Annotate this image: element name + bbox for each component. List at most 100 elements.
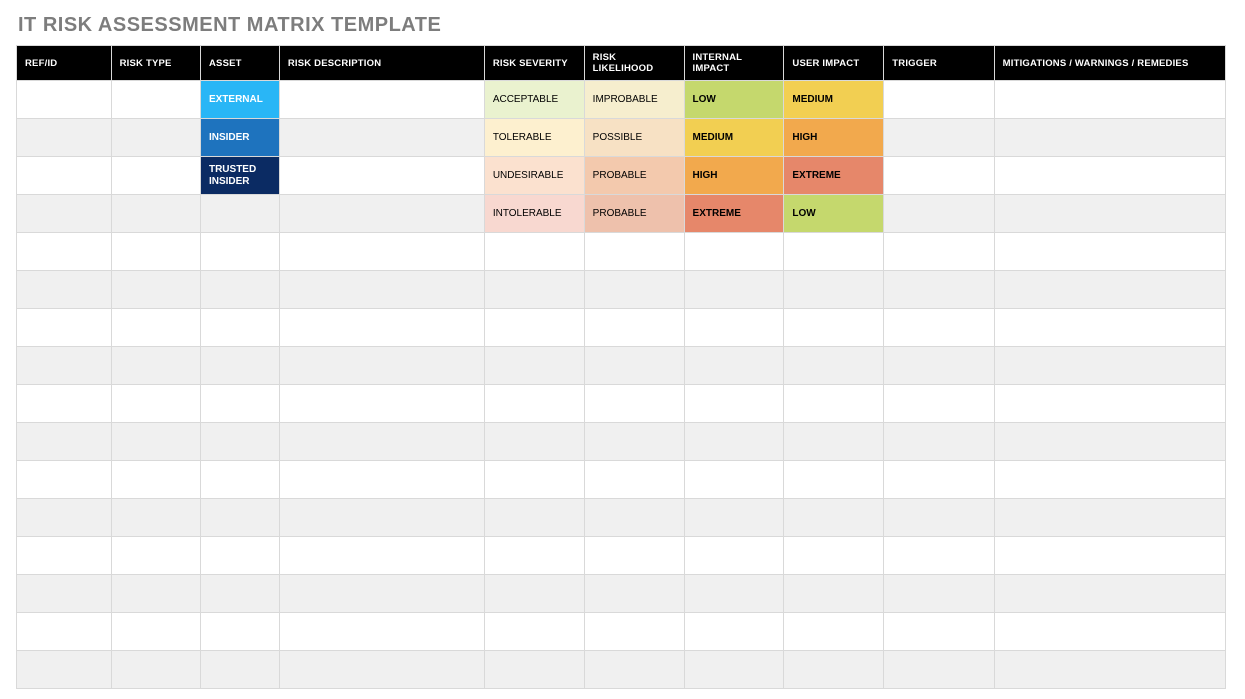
- cell-likelihood[interactable]: [584, 385, 684, 423]
- cell-riskdesc[interactable]: [279, 499, 484, 537]
- cell-trigger[interactable]: [884, 195, 994, 233]
- cell-mitigation[interactable]: [994, 613, 1225, 651]
- cell-mitigation[interactable]: [994, 233, 1225, 271]
- cell-asset[interactable]: [200, 309, 279, 347]
- cell-risktype[interactable]: [111, 385, 200, 423]
- cell-user-impact[interactable]: LOW: [784, 195, 884, 233]
- cell-refid[interactable]: [17, 613, 112, 651]
- cell-trigger[interactable]: [884, 651, 994, 689]
- cell-risktype[interactable]: [111, 537, 200, 575]
- cell-riskdesc[interactable]: [279, 271, 484, 309]
- cell-asset[interactable]: [200, 613, 279, 651]
- cell-severity[interactable]: [484, 233, 584, 271]
- cell-user-impact[interactable]: [784, 423, 884, 461]
- cell-user-impact[interactable]: [784, 537, 884, 575]
- cell-refid[interactable]: [17, 385, 112, 423]
- cell-asset[interactable]: [200, 233, 279, 271]
- cell-internal-impact[interactable]: [684, 537, 784, 575]
- cell-likelihood[interactable]: [584, 651, 684, 689]
- cell-mitigation[interactable]: [994, 271, 1225, 309]
- cell-mitigation[interactable]: [994, 81, 1225, 119]
- cell-likelihood[interactable]: PROBABLE: [584, 195, 684, 233]
- cell-refid[interactable]: [17, 423, 112, 461]
- cell-refid[interactable]: [17, 347, 112, 385]
- cell-asset[interactable]: [200, 499, 279, 537]
- cell-riskdesc[interactable]: [279, 613, 484, 651]
- cell-internal-impact[interactable]: [684, 423, 784, 461]
- cell-user-impact[interactable]: [784, 651, 884, 689]
- cell-trigger[interactable]: [884, 233, 994, 271]
- cell-mitigation[interactable]: [994, 119, 1225, 157]
- cell-trigger[interactable]: [884, 537, 994, 575]
- cell-trigger[interactable]: [884, 423, 994, 461]
- cell-refid[interactable]: [17, 537, 112, 575]
- cell-user-impact[interactable]: MEDIUM: [784, 81, 884, 119]
- cell-mitigation[interactable]: [994, 347, 1225, 385]
- cell-riskdesc[interactable]: [279, 81, 484, 119]
- cell-asset[interactable]: [200, 537, 279, 575]
- cell-user-impact[interactable]: [784, 347, 884, 385]
- cell-likelihood[interactable]: [584, 499, 684, 537]
- cell-refid[interactable]: [17, 651, 112, 689]
- cell-likelihood[interactable]: [584, 613, 684, 651]
- cell-severity[interactable]: [484, 537, 584, 575]
- cell-risktype[interactable]: [111, 347, 200, 385]
- cell-severity[interactable]: INTOLERABLE: [484, 195, 584, 233]
- cell-refid[interactable]: [17, 271, 112, 309]
- cell-internal-impact[interactable]: MEDIUM: [684, 119, 784, 157]
- cell-risktype[interactable]: [111, 461, 200, 499]
- cell-risktype[interactable]: [111, 233, 200, 271]
- cell-mitigation[interactable]: [994, 385, 1225, 423]
- cell-user-impact[interactable]: [784, 271, 884, 309]
- cell-likelihood[interactable]: [584, 271, 684, 309]
- cell-trigger[interactable]: [884, 385, 994, 423]
- cell-risktype[interactable]: [111, 651, 200, 689]
- cell-severity[interactable]: [484, 271, 584, 309]
- cell-risktype[interactable]: [111, 271, 200, 309]
- cell-riskdesc[interactable]: [279, 461, 484, 499]
- cell-asset[interactable]: [200, 195, 279, 233]
- cell-internal-impact[interactable]: LOW: [684, 81, 784, 119]
- cell-riskdesc[interactable]: [279, 309, 484, 347]
- cell-risktype[interactable]: [111, 157, 200, 195]
- cell-riskdesc[interactable]: [279, 575, 484, 613]
- cell-refid[interactable]: [17, 575, 112, 613]
- cell-mitigation[interactable]: [994, 423, 1225, 461]
- cell-asset[interactable]: [200, 423, 279, 461]
- cell-refid[interactable]: [17, 119, 112, 157]
- cell-refid[interactable]: [17, 81, 112, 119]
- cell-refid[interactable]: [17, 233, 112, 271]
- cell-likelihood[interactable]: PROBABLE: [584, 157, 684, 195]
- cell-severity[interactable]: [484, 385, 584, 423]
- cell-trigger[interactable]: [884, 613, 994, 651]
- cell-severity[interactable]: [484, 309, 584, 347]
- cell-likelihood[interactable]: [584, 347, 684, 385]
- cell-likelihood[interactable]: [584, 575, 684, 613]
- cell-mitigation[interactable]: [994, 309, 1225, 347]
- cell-likelihood[interactable]: IMPROBABLE: [584, 81, 684, 119]
- cell-riskdesc[interactable]: [279, 119, 484, 157]
- cell-mitigation[interactable]: [994, 499, 1225, 537]
- cell-riskdesc[interactable]: [279, 195, 484, 233]
- cell-trigger[interactable]: [884, 271, 994, 309]
- cell-mitigation[interactable]: [994, 157, 1225, 195]
- cell-internal-impact[interactable]: [684, 385, 784, 423]
- cell-trigger[interactable]: [884, 81, 994, 119]
- cell-mitigation[interactable]: [994, 461, 1225, 499]
- cell-internal-impact[interactable]: [684, 499, 784, 537]
- cell-asset[interactable]: [200, 271, 279, 309]
- cell-trigger[interactable]: [884, 157, 994, 195]
- cell-internal-impact[interactable]: HIGH: [684, 157, 784, 195]
- cell-internal-impact[interactable]: [684, 309, 784, 347]
- cell-severity[interactable]: UNDESIRABLE: [484, 157, 584, 195]
- cell-asset[interactable]: EXTERNAL: [200, 81, 279, 119]
- cell-asset[interactable]: INSIDER: [200, 119, 279, 157]
- cell-likelihood[interactable]: [584, 309, 684, 347]
- cell-user-impact[interactable]: [784, 385, 884, 423]
- cell-severity[interactable]: [484, 613, 584, 651]
- cell-mitigation[interactable]: [994, 537, 1225, 575]
- cell-mitigation[interactable]: [994, 195, 1225, 233]
- cell-trigger[interactable]: [884, 347, 994, 385]
- cell-likelihood[interactable]: [584, 537, 684, 575]
- cell-mitigation[interactable]: [994, 575, 1225, 613]
